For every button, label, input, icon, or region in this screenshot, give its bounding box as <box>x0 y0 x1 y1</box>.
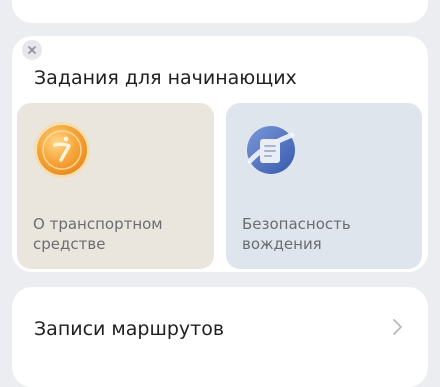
vehicle-coin-icon <box>33 121 91 179</box>
route-records-title: Записи маршрутов <box>34 318 225 340</box>
task-tile-vehicle-label: О транспортном средстве <box>33 215 163 253</box>
safety-document-icon <box>242 121 300 179</box>
close-icon <box>28 46 36 54</box>
task-tile-vehicle[interactable]: О транспортном средстве <box>17 103 214 269</box>
chevron-right-icon[interactable] <box>391 318 403 336</box>
beginner-tasks-title: Задания для начинающих <box>34 67 297 89</box>
task-tile-safety[interactable]: Безопасность вождения <box>226 103 422 269</box>
close-button[interactable] <box>22 40 42 60</box>
top-card <box>12 0 428 23</box>
task-tile-safety-label: Безопасность вождения <box>242 215 351 253</box>
